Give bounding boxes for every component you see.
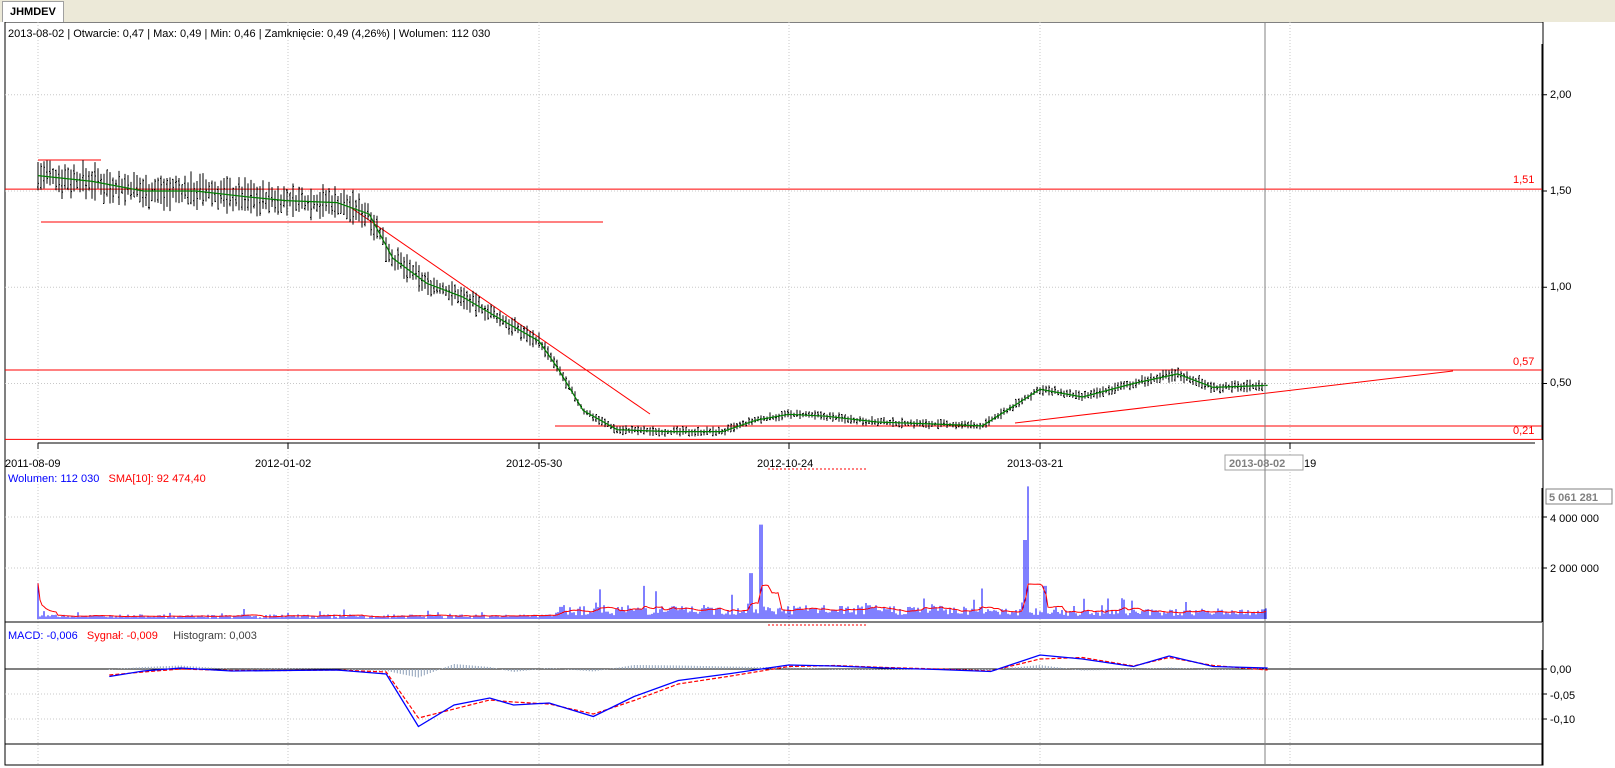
- price-tick-label-050: 0,50: [1550, 377, 1571, 389]
- chart-background: [0, 22, 1615, 768]
- date-label: 2012-10-24: [757, 458, 813, 470]
- chart-tab-bar: JHMDEV: [0, 0, 1615, 23]
- level-label-151: 1,51: [1513, 174, 1534, 186]
- volume-tick-label-2m: 2 000 000: [1550, 563, 1599, 575]
- price-info-bar: 2013-08-02 | Otwarcie: 0,47 | Max: 0,49 …: [8, 28, 491, 40]
- histogram-label: Histogram: 0,003: [173, 630, 257, 642]
- macd-tick-label-010: -0,10: [1550, 714, 1575, 726]
- chart-tab-jhmdev[interactable]: JHMDEV: [2, 1, 64, 22]
- macd-label: MACD: -0,006: [8, 630, 78, 642]
- price-tick-label-200: 2,00: [1550, 89, 1571, 101]
- level-label-057: 0,57: [1513, 356, 1534, 368]
- volume-info-bar: Wolumen: 112 030 SMA[10]: 92 474,40: [8, 473, 206, 485]
- macd-tick-label-000: 0,00: [1550, 664, 1571, 676]
- price-tick-label-150: 1,50: [1550, 185, 1571, 197]
- volume-info-label: Wolumen: 112 030: [8, 473, 100, 485]
- volume-tick-label-4m: 4 000 000: [1550, 513, 1599, 525]
- volume-sma-label: SMA[10]: 92 474,40: [108, 473, 206, 485]
- date-label: 2013-03-21: [1007, 458, 1063, 470]
- date-label: 2012-05-30: [506, 458, 562, 470]
- volume-current-label: 5 061 281: [1549, 492, 1598, 504]
- date-label: 2011-08-09: [5, 458, 60, 470]
- stock-chart[interactable]: 2,00 1,50 1,00 0,50 1,51 0,57 0,21 2011-…: [0, 22, 1615, 768]
- crosshair-date-label: 2013-08-02: [1229, 458, 1285, 470]
- macd-tick-label-005: -0,05: [1550, 690, 1575, 702]
- date-label: 2012-01-02: [255, 458, 311, 470]
- signal-label: Sygnał: -0,009: [86, 630, 158, 642]
- price-tick-label-100: 1,00: [1550, 281, 1571, 293]
- level-label-021: 0,21: [1513, 425, 1534, 437]
- macd-info-bar: MACD: -0,006 Sygnał: -0,009 Histogram: 0…: [8, 630, 257, 642]
- date-label-partial: 19: [1304, 458, 1316, 470]
